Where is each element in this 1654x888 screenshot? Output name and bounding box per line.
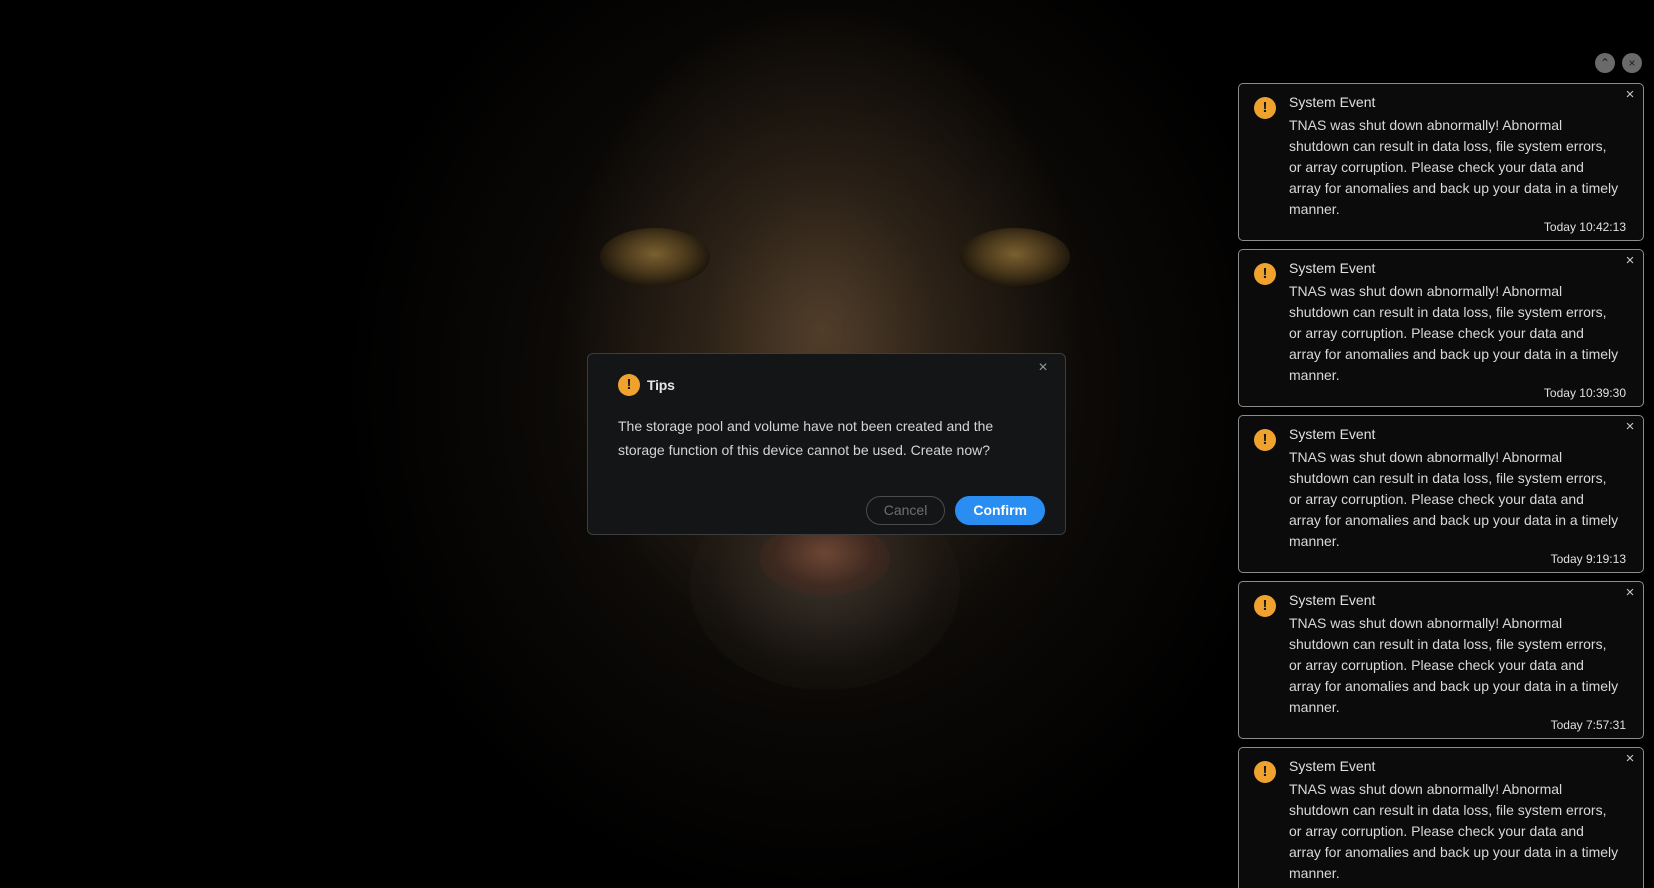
chevron-up-icon[interactable]: ⌃ <box>1595 53 1615 73</box>
notification-title: System Event <box>1289 426 1376 442</box>
warning-icon: ! <box>618 374 640 396</box>
notification-card[interactable]: ! System Event TNAS was shut down abnorm… <box>1238 249 1644 407</box>
notification-close-icon[interactable]: × <box>1623 253 1637 268</box>
dialog-close-icon[interactable]: × <box>1035 360 1051 376</box>
cancel-button[interactable]: Cancel <box>865 496 946 525</box>
notification-card[interactable]: ! System Event TNAS was shut down abnorm… <box>1238 747 1644 888</box>
warning-icon: ! <box>1254 761 1276 783</box>
notification-title: System Event <box>1289 758 1376 774</box>
close-all-icon[interactable]: × <box>1622 53 1642 73</box>
wallpaper-nose <box>760 525 890 595</box>
notification-close-icon[interactable]: × <box>1623 419 1637 434</box>
notification-body: TNAS was shut down abnormally! Abnormal … <box>1289 117 1619 217</box>
dialog-actions: Cancel Confirm <box>865 496 1045 525</box>
notification-list: ! System Event TNAS was shut down abnorm… <box>1238 83 1644 888</box>
notification-time: Today 10:39:30 <box>1543 386 1626 400</box>
warning-icon: ! <box>1254 263 1276 285</box>
notification-close-icon[interactable]: × <box>1623 751 1637 766</box>
notification-title: System Event <box>1289 592 1376 608</box>
tips-dialog: ! Tips × The storage pool and volume hav… <box>587 353 1066 535</box>
notification-body: TNAS was shut down abnormally! Abnormal … <box>1289 283 1619 383</box>
warning-icon: ! <box>1254 429 1276 451</box>
notification-time: Today 10:42:13 <box>1543 220 1626 234</box>
notification-close-icon[interactable]: × <box>1623 87 1637 102</box>
dialog-header: ! Tips <box>618 374 675 396</box>
notification-body: TNAS was shut down abnormally! Abnormal … <box>1289 449 1619 549</box>
notification-body: TNAS was shut down abnormally! Abnormal … <box>1289 781 1619 881</box>
notification-body: TNAS was shut down abnormally! Abnormal … <box>1289 615 1619 715</box>
notification-close-icon[interactable]: × <box>1623 585 1637 600</box>
desktop-wallpaper: ! Tips × The storage pool and volume hav… <box>0 0 1654 888</box>
warning-icon: ! <box>1254 97 1276 119</box>
warning-icon: ! <box>1254 595 1276 617</box>
wallpaper-right-eye <box>960 228 1070 286</box>
notification-panel-controls: ⌃ × <box>1595 53 1642 73</box>
notification-card[interactable]: ! System Event TNAS was shut down abnorm… <box>1238 83 1644 241</box>
notification-title: System Event <box>1289 260 1376 276</box>
dialog-title: Tips <box>647 377 675 393</box>
wallpaper-left-eye <box>600 228 710 286</box>
notification-time: Today 7:57:31 <box>1550 718 1626 732</box>
notification-title: System Event <box>1289 94 1376 110</box>
dialog-message: The storage pool and volume have not bee… <box>618 418 994 458</box>
notification-card[interactable]: ! System Event TNAS was shut down abnorm… <box>1238 581 1644 739</box>
notification-card[interactable]: ! System Event TNAS was shut down abnorm… <box>1238 415 1644 573</box>
notification-time: Today 9:19:13 <box>1550 552 1626 566</box>
confirm-button[interactable]: Confirm <box>955 496 1045 525</box>
